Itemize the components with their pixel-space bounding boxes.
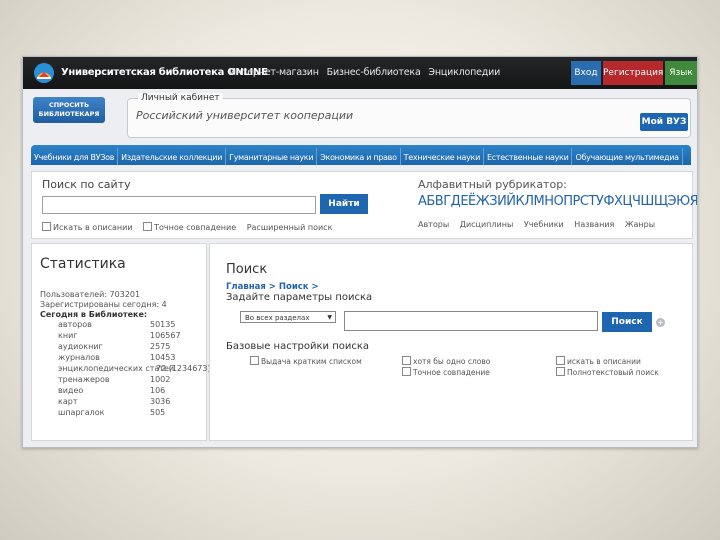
basic-settings-title: Базовые настройки поиска (226, 341, 370, 352)
option-full-text[interactable]: Полнотекстовый поиск (556, 367, 659, 377)
nav-shop[interactable]: Интернет-магазин (229, 67, 319, 78)
search-page-panel: Поиск Главная > Поиск > Задайте параметр… (209, 243, 693, 441)
my-vuz-button[interactable]: Мой ВУЗ (640, 113, 688, 131)
stat-row: журналов 10453 (58, 353, 176, 362)
menu-multimedia[interactable]: Обучающие мультимедиа (572, 148, 683, 165)
ask-librarian-line1: СПРОСИТЬ (48, 101, 90, 109)
browser-screenshot: Университетская библиотека ONLINE Интерн… (22, 56, 698, 448)
statistics-title: Статистика (40, 256, 126, 272)
find-button[interactable]: Найти (320, 194, 368, 214)
stat-row: книг 106567 (58, 331, 181, 340)
checkbox-icon[interactable] (250, 356, 259, 365)
checkbox-icon[interactable] (556, 356, 565, 365)
search-hint: Задайте параметры поиска (226, 292, 373, 303)
stat-row: аудиокниг 2575 (58, 342, 171, 351)
page-title: Поиск (226, 262, 268, 277)
stat-row: видео 106 (58, 386, 166, 395)
checkbox-icon[interactable] (556, 367, 565, 376)
menu-humanities[interactable]: Гуманитарные науки (226, 148, 318, 165)
stat-row: карт 3036 (58, 397, 171, 406)
search-button[interactable]: Поиск (602, 312, 652, 332)
search-query-input[interactable] (344, 311, 598, 331)
scope-select-value: Во всех разделах (245, 314, 310, 322)
option-exact-match[interactable]: Точное совпадение (143, 222, 236, 232)
top-nav: Интернет-магазин Бизнес-библиотека Энцик… (229, 67, 505, 78)
stat-row: шпаргалок 505 (58, 408, 166, 417)
plus-icon[interactable]: + (656, 318, 665, 327)
menu-natural-sciences[interactable]: Естественные науки (484, 148, 573, 165)
checkbox-icon[interactable] (402, 367, 411, 376)
personal-cabinet: Личный кабинет Российский университет ко… (127, 93, 691, 138)
menu-publisher-collections[interactable]: Издательские коллекции (118, 148, 227, 165)
breadcrumb[interactable]: Главная > Поиск > (226, 282, 319, 292)
menu-textbooks[interactable]: Учебники для ВУЗов (31, 148, 119, 165)
users-count: Пользователей: 703201 (40, 290, 141, 299)
language-button[interactable]: Язык (665, 61, 697, 85)
site-search-input[interactable] (42, 196, 316, 214)
stat-row: энциклопедических статей 72 (1234673) (58, 364, 211, 373)
option-short-list[interactable]: Выдача кратким списком (250, 356, 362, 366)
option-in-description[interactable]: искать в описании (556, 356, 641, 366)
alphabet-letters[interactable]: АБВГДЕЁЖЗИЙКЛМНОПРСТУФХЦЧШЩЭЮЯ (418, 194, 697, 209)
menu-economics-law[interactable]: Экономика и право (317, 148, 401, 165)
statistics-panel: Статистика Пользователей: 703201 Зарегис… (31, 243, 211, 441)
option-exact-match[interactable]: Точное совпадение (402, 367, 490, 377)
link-authors[interactable]: Авторы (418, 220, 449, 229)
stat-row: тренажеров 1002 (58, 375, 171, 384)
university-name: Российский университет кооперации (136, 109, 354, 122)
site-search-options: Искать в описании Точное совпадение Расш… (42, 222, 340, 232)
ask-librarian-line2: БИБЛИОТЕКАРЯ (38, 110, 100, 118)
category-menu: Учебники для ВУЗов Издательские коллекции… (31, 145, 691, 165)
ask-librarian-button[interactable]: СПРОСИТЬ БИБЛИОТЕКАРЯ (33, 97, 105, 123)
link-genres[interactable]: Жанры (625, 220, 655, 229)
registered-today: Зарегистрированы сегодня: 4 (40, 300, 167, 309)
alphabet-index-title: Алфавитный рубрикатор: (418, 178, 567, 191)
site-search-title: Поиск по сайту (42, 178, 131, 191)
option-search-description[interactable]: Искать в описании (42, 222, 133, 232)
library-logo-icon[interactable] (33, 62, 55, 84)
chevron-down-icon: ▼ (327, 314, 332, 321)
checkbox-icon[interactable] (42, 222, 51, 231)
site-search-panel: Поиск по сайту Найти Искать в описании Т… (31, 171, 697, 239)
nav-encyclopedias[interactable]: Энциклопедии (428, 67, 500, 78)
link-disciplines[interactable]: Дисциплины (460, 220, 514, 229)
option-any-word[interactable]: хотя бы одно слово (402, 356, 490, 366)
today-in-library: Сегодня в Библиотеке: (40, 310, 148, 319)
advanced-search-link[interactable]: Расширенный поиск (247, 223, 333, 232)
checkbox-icon[interactable] (143, 222, 153, 231)
link-textbooks[interactable]: Учебники (524, 220, 564, 229)
scope-select[interactable]: Во всех разделах ▼ (240, 311, 336, 323)
stat-row: авторов 50135 (58, 320, 176, 329)
alphabet-index-links: Авторы Дисциплины Учебники Названия Жанр… (418, 220, 663, 229)
cabinet-title: Личный кабинет (138, 93, 223, 103)
checkbox-icon[interactable] (402, 356, 411, 365)
statistics-list: Пользователей: 703201 Зарегистрированы с… (40, 290, 211, 419)
menu-technical[interactable]: Технические науки (401, 148, 484, 165)
top-bar: Университетская библиотека ONLINE Интерн… (23, 57, 697, 89)
login-button[interactable]: Вход (571, 61, 601, 85)
register-button[interactable]: Регистрация (603, 61, 663, 85)
link-titles[interactable]: Названия (574, 220, 614, 229)
nav-business-library[interactable]: Бизнес-библиотека (327, 67, 421, 78)
